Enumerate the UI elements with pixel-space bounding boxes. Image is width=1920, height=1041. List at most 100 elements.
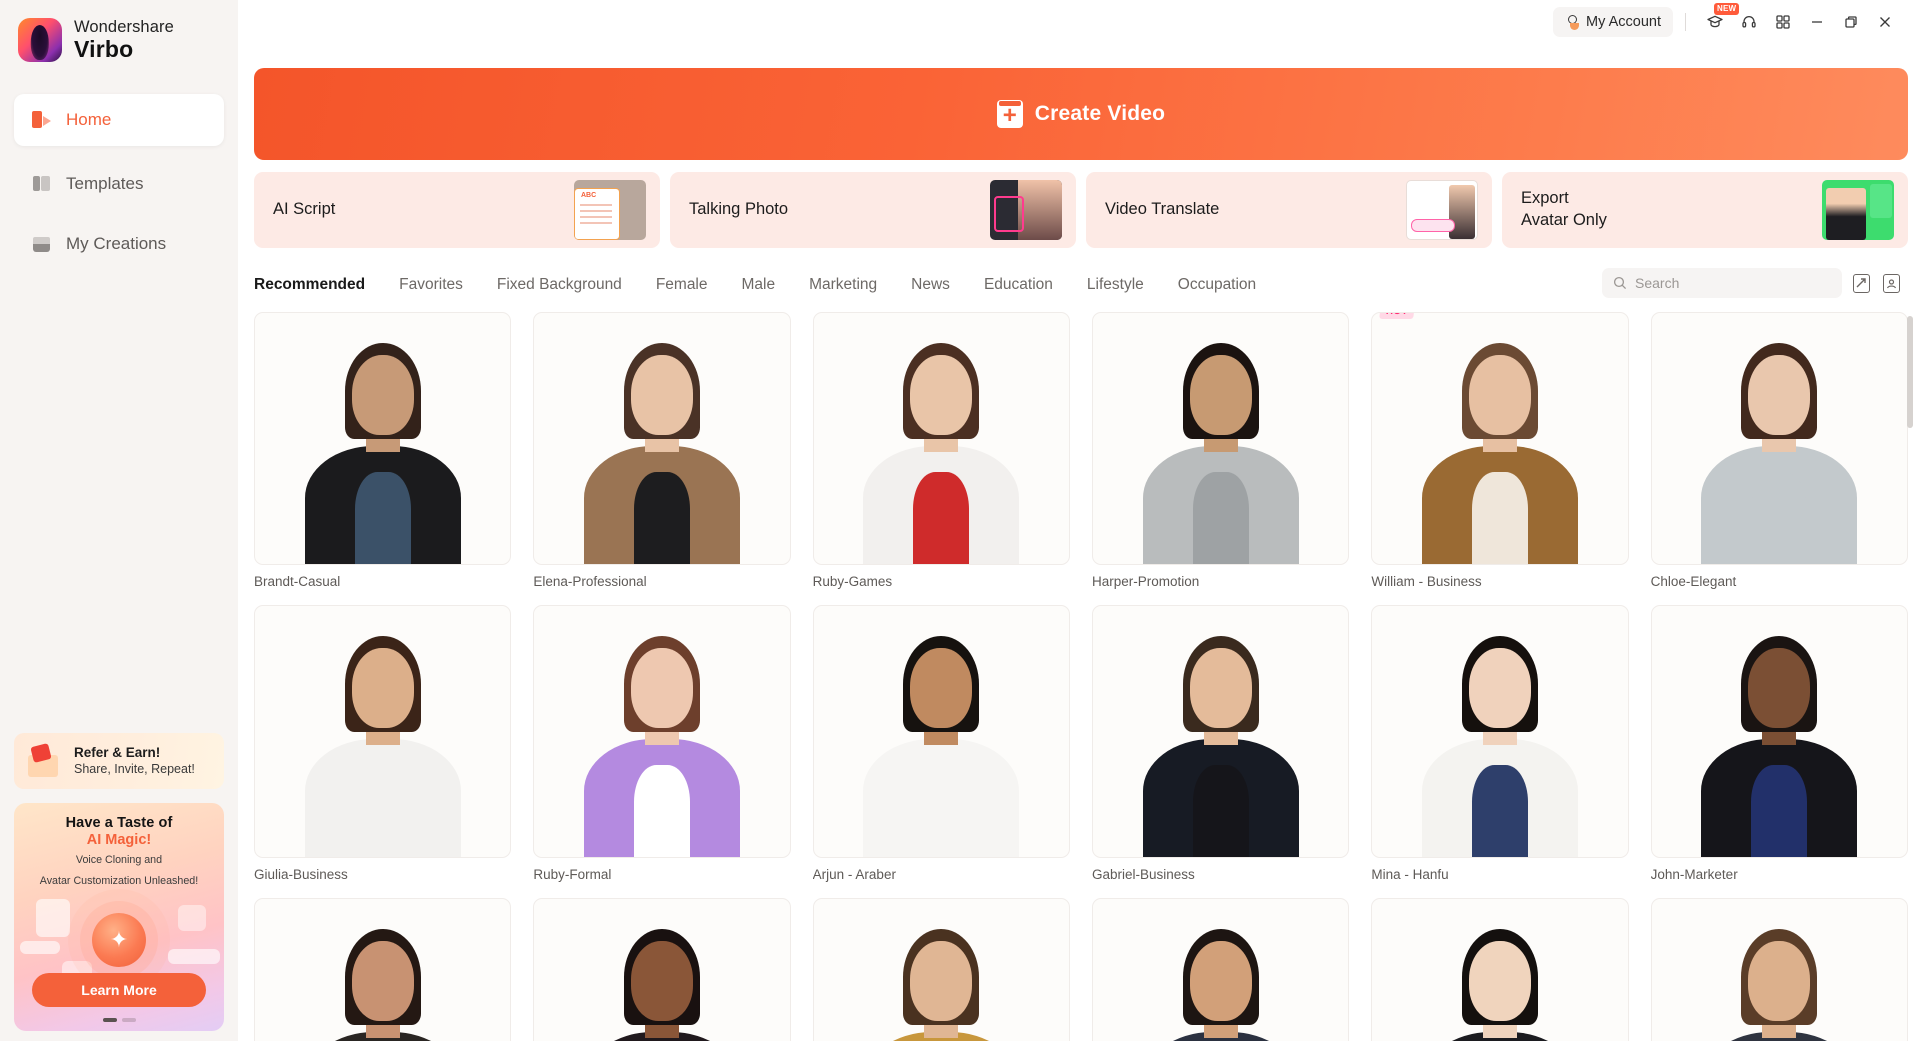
sidebar-item-my-creations[interactable]: My Creations	[14, 222, 224, 266]
tab-marketing[interactable]: Marketing	[792, 276, 894, 294]
sidebar-item-home[interactable]: Home	[14, 94, 224, 146]
avatar-card[interactable]	[533, 898, 791, 1041]
titlebar-divider	[1685, 13, 1686, 31]
tab-lifestyle[interactable]: Lifestyle	[1070, 276, 1161, 294]
tab-recommended[interactable]: Recommended	[254, 276, 382, 294]
promo-carousel-dots[interactable]	[14, 1018, 224, 1022]
avatar-card[interactable]	[812, 898, 1070, 1041]
apps-grid-icon[interactable]	[1766, 7, 1800, 37]
tab-female[interactable]: Female	[639, 276, 725, 294]
avatar-grid-scroll-area[interactable]: Brandt-Casual Elena-Professional Ruby-Game…	[254, 312, 1920, 1041]
avatar-name-label: Gabriel-Business	[1092, 867, 1195, 882]
avatar-card[interactable]	[1371, 898, 1629, 1041]
my-account-button[interactable]: My Account	[1553, 7, 1673, 37]
tab-news[interactable]: News	[894, 276, 967, 294]
minimize-icon[interactable]	[1800, 7, 1834, 37]
waveform-chip-icon	[20, 941, 60, 955]
maximize-icon[interactable]	[1834, 7, 1868, 37]
avatar-thumbnail[interactable]: HOT	[1371, 312, 1629, 565]
sidebar-item-label-my-creations: My Creations	[66, 234, 167, 253]
avatar-card[interactable]	[254, 898, 512, 1041]
avatar-card[interactable]: Ruby-Formal	[533, 605, 791, 882]
avatar-thumbnail[interactable]	[533, 605, 791, 858]
avatar-card[interactable]: Brandt-Casual	[254, 312, 512, 589]
avatar-thumbnail[interactable]	[254, 605, 512, 858]
avatar-portrait	[1093, 899, 1348, 1041]
avatar-thumbnail[interactable]	[1092, 312, 1350, 565]
avatar-thumbnail[interactable]	[1092, 898, 1350, 1041]
avatar-thumbnail[interactable]	[1371, 898, 1629, 1041]
tab-favorites[interactable]: Favorites	[382, 276, 480, 294]
avatar-thumbnail[interactable]	[533, 312, 791, 565]
learn-more-button[interactable]: Learn More	[32, 973, 206, 1007]
refer-subtitle: Share, Invite, Repeat!	[74, 761, 195, 776]
avatar-card[interactable]	[1650, 898, 1908, 1041]
feature-card-talking-photo[interactable]: Talking Photo	[670, 172, 1076, 248]
avatar-thumbnail[interactable]	[1650, 605, 1908, 858]
avatar-card[interactable]: Arjun - Araber	[812, 605, 1070, 882]
avatar-portrait	[1372, 606, 1627, 857]
avatar-grid-scrollbar[interactable]	[1907, 316, 1913, 1026]
magic-subtitle-line1: Voice Cloning and	[75, 854, 163, 866]
tab-male[interactable]: Male	[725, 276, 793, 294]
sidebar: Wondershare Virbo Home Templates My Crea…	[0, 0, 238, 1041]
avatar-thumbnail[interactable]	[812, 898, 1070, 1041]
avatar-card[interactable]: Ruby-Games	[812, 312, 1070, 589]
avatar-card[interactable]: Giulia-Business	[254, 605, 512, 882]
avatar-name-label: Giulia-Business	[254, 867, 348, 882]
my-creations-icon	[32, 234, 52, 254]
avatar-card[interactable]	[1092, 898, 1350, 1041]
avatar-card[interactable]: HOT William - Business	[1371, 312, 1629, 589]
feature-card-export-avatar-only[interactable]: Export Avatar Only	[1502, 172, 1908, 248]
avatar-thumbnail[interactable]	[812, 605, 1070, 858]
tab-occupation[interactable]: Occupation	[1161, 276, 1273, 294]
avatar-thumbnail[interactable]	[1650, 312, 1908, 565]
filter-tabs-row: Recommended Favorites Fixed Background Fema…	[254, 268, 1908, 302]
refer-and-earn-card[interactable]: Refer & Earn! Share, Invite, Repeat!	[14, 733, 224, 789]
avatar-thumbnail[interactable]	[254, 312, 512, 565]
avatar-thumbnail[interactable]	[254, 898, 512, 1041]
tab-education[interactable]: Education	[967, 276, 1070, 294]
feature-card-ai-script[interactable]: AI Script	[254, 172, 660, 248]
avatar-thumbnail[interactable]	[812, 312, 1070, 565]
avatar-portrait	[814, 606, 1069, 857]
tab-fixed-background[interactable]: Fixed Background	[480, 276, 639, 294]
search-input[interactable]: Search	[1602, 268, 1842, 298]
avatar-thumbnail[interactable]	[1092, 605, 1350, 858]
custom-avatar-icon[interactable]	[1848, 268, 1874, 298]
search-icon	[1613, 276, 1627, 290]
sidebar-item-templates[interactable]: Templates	[14, 162, 224, 206]
magic-title-line2: AI Magic!	[86, 832, 152, 848]
avatar-thumbnail[interactable]	[533, 898, 791, 1041]
brand-company-name: Wondershare	[74, 17, 174, 36]
close-icon[interactable]	[1868, 7, 1902, 37]
photo-avatar-icon[interactable]	[1878, 268, 1904, 298]
create-video-banner[interactable]: Create Video	[254, 68, 1908, 160]
avatar-portrait	[255, 606, 510, 857]
avatar-name-label: Chloe-Elegant	[1650, 574, 1737, 589]
avatar-card[interactable]: Gabriel-Business	[1092, 605, 1350, 882]
carousel-dot-1[interactable]	[102, 1018, 117, 1022]
avatar-card[interactable]: Elena-Professional	[533, 312, 791, 589]
avatar-portrait	[1652, 313, 1907, 564]
sidebar-promos: Refer & Earn! Share, Invite, Repeat! Hav…	[14, 733, 224, 1031]
avatar-card[interactable]: Harper-Promotion	[1092, 312, 1350, 589]
avatar-card[interactable]: John-Marketer	[1650, 605, 1908, 882]
carousel-dot-2[interactable]	[121, 1018, 136, 1022]
support-headset-icon[interactable]	[1732, 7, 1766, 37]
sidebar-item-label-templates: Templates	[66, 174, 144, 193]
avatar-card[interactable]: Mina - Hanfu	[1371, 605, 1629, 882]
avatar-name-label: John-Marketer	[1650, 867, 1738, 882]
avatar-card[interactable]: Chloe-Elegant	[1650, 312, 1908, 589]
feature-card-video-translate[interactable]: Video Translate	[1086, 172, 1492, 248]
avatar-chip-icon	[36, 899, 70, 938]
tutorial-icon[interactable]: NEW	[1698, 3, 1740, 37]
scrollbar-thumb[interactable]	[1907, 316, 1913, 428]
avatar-thumbnail[interactable]	[1650, 898, 1908, 1041]
avatar-portrait	[534, 606, 789, 857]
avatar-thumbnail[interactable]	[1371, 605, 1629, 858]
avatar-name-label: Ruby-Formal	[533, 867, 612, 882]
brand-logo-block: Wondershare Virbo	[0, 0, 238, 62]
ai-sparkle-orb-icon	[92, 913, 146, 968]
ai-magic-promo-card[interactable]: Have a Taste of AI Magic! Voice Cloning …	[14, 803, 224, 1031]
